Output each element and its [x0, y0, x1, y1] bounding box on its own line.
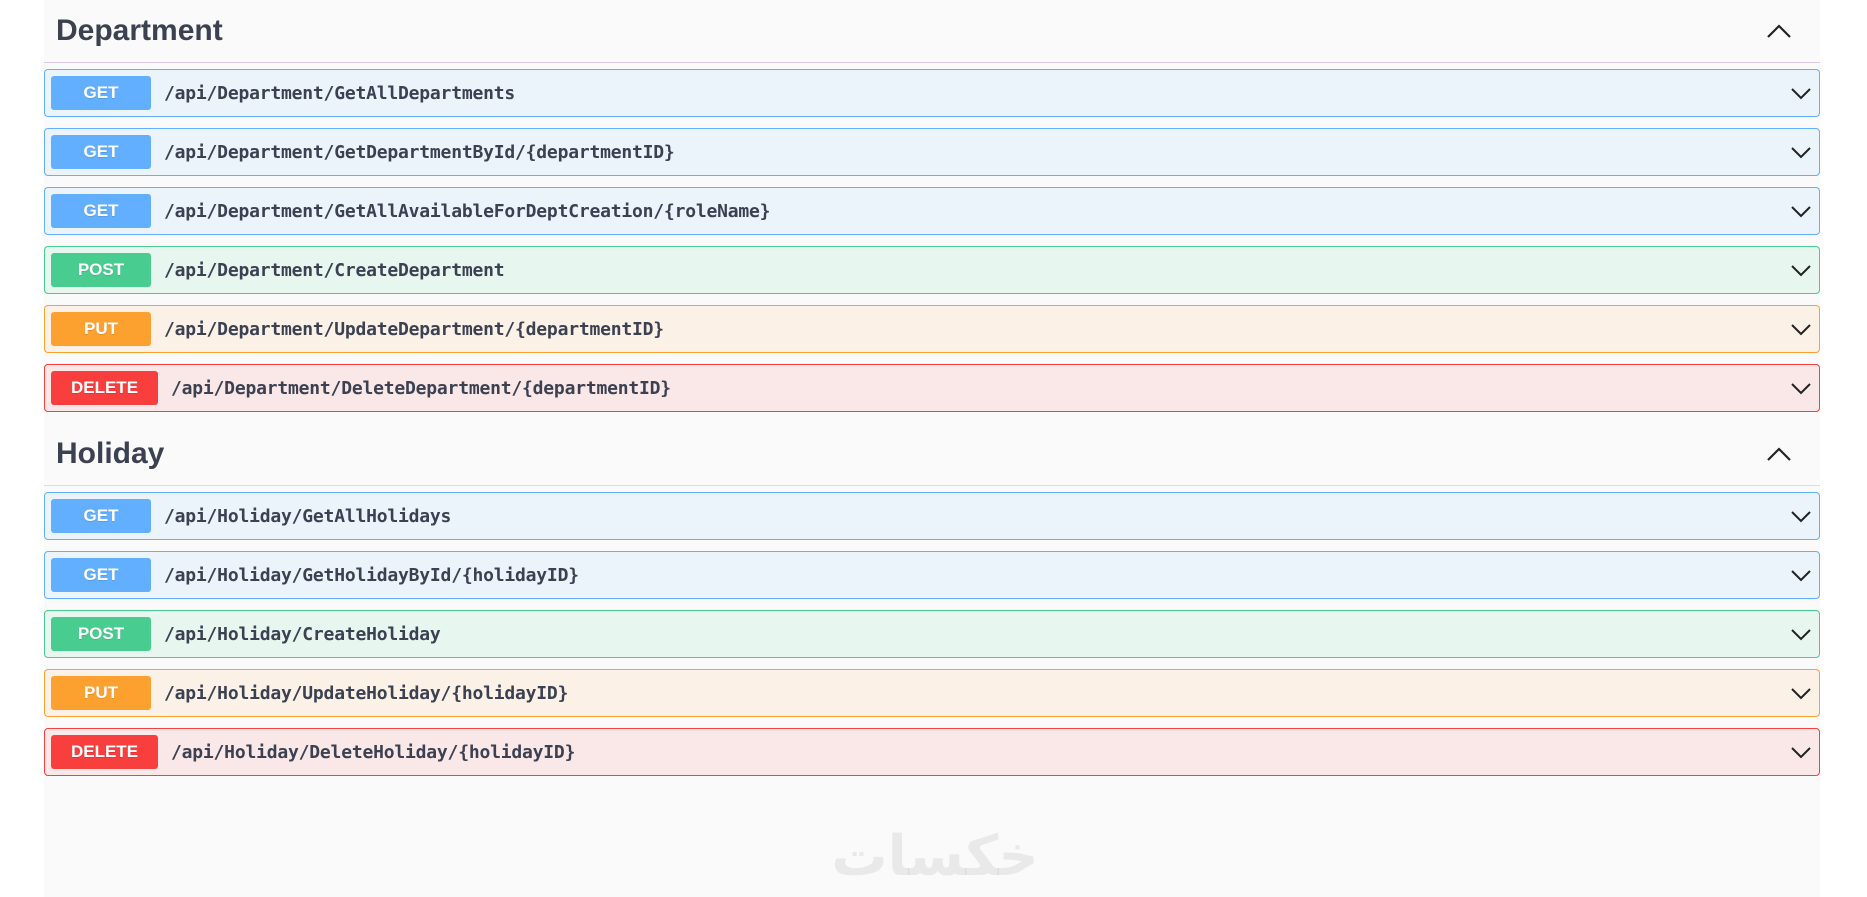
chevron-down-icon[interactable]: [1789, 82, 1813, 106]
chevron-down-icon[interactable]: [1789, 623, 1813, 647]
method-badge-get: GET: [51, 558, 151, 592]
operation-update-department[interactable]: PUT /api/Department/UpdateDepartment/{de…: [44, 305, 1820, 353]
chevron-down-icon[interactable]: [1789, 377, 1813, 401]
operation-path: /api/Department/CreateDepartment: [164, 259, 505, 281]
method-badge-post: POST: [51, 253, 151, 287]
chevron-down-icon[interactable]: [1789, 318, 1813, 342]
method-badge-get: GET: [51, 499, 151, 533]
operation-delete-holiday[interactable]: DELETE /api/Holiday/DeleteHoliday/{holid…: [44, 728, 1820, 776]
chevron-down-icon[interactable]: [1789, 505, 1813, 529]
method-badge-delete: DELETE: [51, 371, 158, 405]
method-badge-delete: DELETE: [51, 735, 158, 769]
chevron-down-icon[interactable]: [1789, 141, 1813, 165]
operation-path: /api/Holiday/CreateHoliday: [164, 623, 441, 645]
operation-path: /api/Holiday/GetAllHolidays: [164, 505, 452, 527]
operation-path: /api/Department/GetAllAvailableForDeptCr…: [164, 200, 771, 222]
method-badge-get: GET: [51, 194, 151, 228]
operation-path: /api/Holiday/DeleteHoliday/{holidayID}: [171, 741, 576, 763]
chevron-down-icon[interactable]: [1789, 564, 1813, 588]
operation-get-holiday-by-id[interactable]: GET /api/Holiday/GetHolidayById/{holiday…: [44, 551, 1820, 599]
operation-get-all-departments[interactable]: GET /api/Department/GetAllDepartments: [44, 69, 1820, 117]
chevron-down-icon[interactable]: [1789, 682, 1813, 706]
chevron-up-icon[interactable]: [1764, 439, 1794, 469]
chevron-down-icon[interactable]: [1789, 259, 1813, 283]
operation-update-holiday[interactable]: PUT /api/Holiday/UpdateHoliday/{holidayI…: [44, 669, 1820, 717]
operation-path: /api/Department/GetDepartmentById/{depar…: [164, 141, 675, 163]
operation-path: /api/Department/GetAllDepartments: [164, 82, 516, 104]
chevron-up-icon[interactable]: [1764, 16, 1794, 46]
section-holiday: Holiday GET /api/Holiday/GetAllHolidays …: [44, 423, 1820, 776]
method-badge-put: PUT: [51, 676, 151, 710]
method-badge-get: GET: [51, 135, 151, 169]
section-department: Department GET /api/Department/GetAllDep…: [44, 0, 1820, 412]
method-badge-get: GET: [51, 76, 151, 110]
chevron-down-icon[interactable]: [1789, 741, 1813, 765]
operation-path: /api/Department/UpdateDepartment/{depart…: [164, 318, 664, 340]
swagger-operations-panel: Department GET /api/Department/GetAllDep…: [44, 0, 1820, 897]
operation-create-holiday[interactable]: POST /api/Holiday/CreateHoliday: [44, 610, 1820, 658]
section-title: Holiday: [56, 437, 165, 470]
operation-get-department-by-id[interactable]: GET /api/Department/GetDepartmentById/{d…: [44, 128, 1820, 176]
section-header-holiday[interactable]: Holiday: [44, 423, 1820, 486]
operation-path: /api/Holiday/UpdateHoliday/{holidayID}: [164, 682, 569, 704]
section-title: Department: [56, 14, 223, 47]
method-badge-put: PUT: [51, 312, 151, 346]
operation-delete-department[interactable]: DELETE /api/Department/DeleteDepartment/…: [44, 364, 1820, 412]
operation-path: /api/Department/DeleteDepartment/{depart…: [171, 377, 671, 399]
operation-get-all-holidays[interactable]: GET /api/Holiday/GetAllHolidays: [44, 492, 1820, 540]
section-header-department[interactable]: Department: [44, 0, 1820, 63]
operation-path: /api/Holiday/GetHolidayById/{holidayID}: [164, 564, 579, 586]
operation-get-all-available-for-dept-creation[interactable]: GET /api/Department/GetAllAvailableForDe…: [44, 187, 1820, 235]
method-badge-post: POST: [51, 617, 151, 651]
operation-create-department[interactable]: POST /api/Department/CreateDepartment: [44, 246, 1820, 294]
chevron-down-icon[interactable]: [1789, 200, 1813, 224]
